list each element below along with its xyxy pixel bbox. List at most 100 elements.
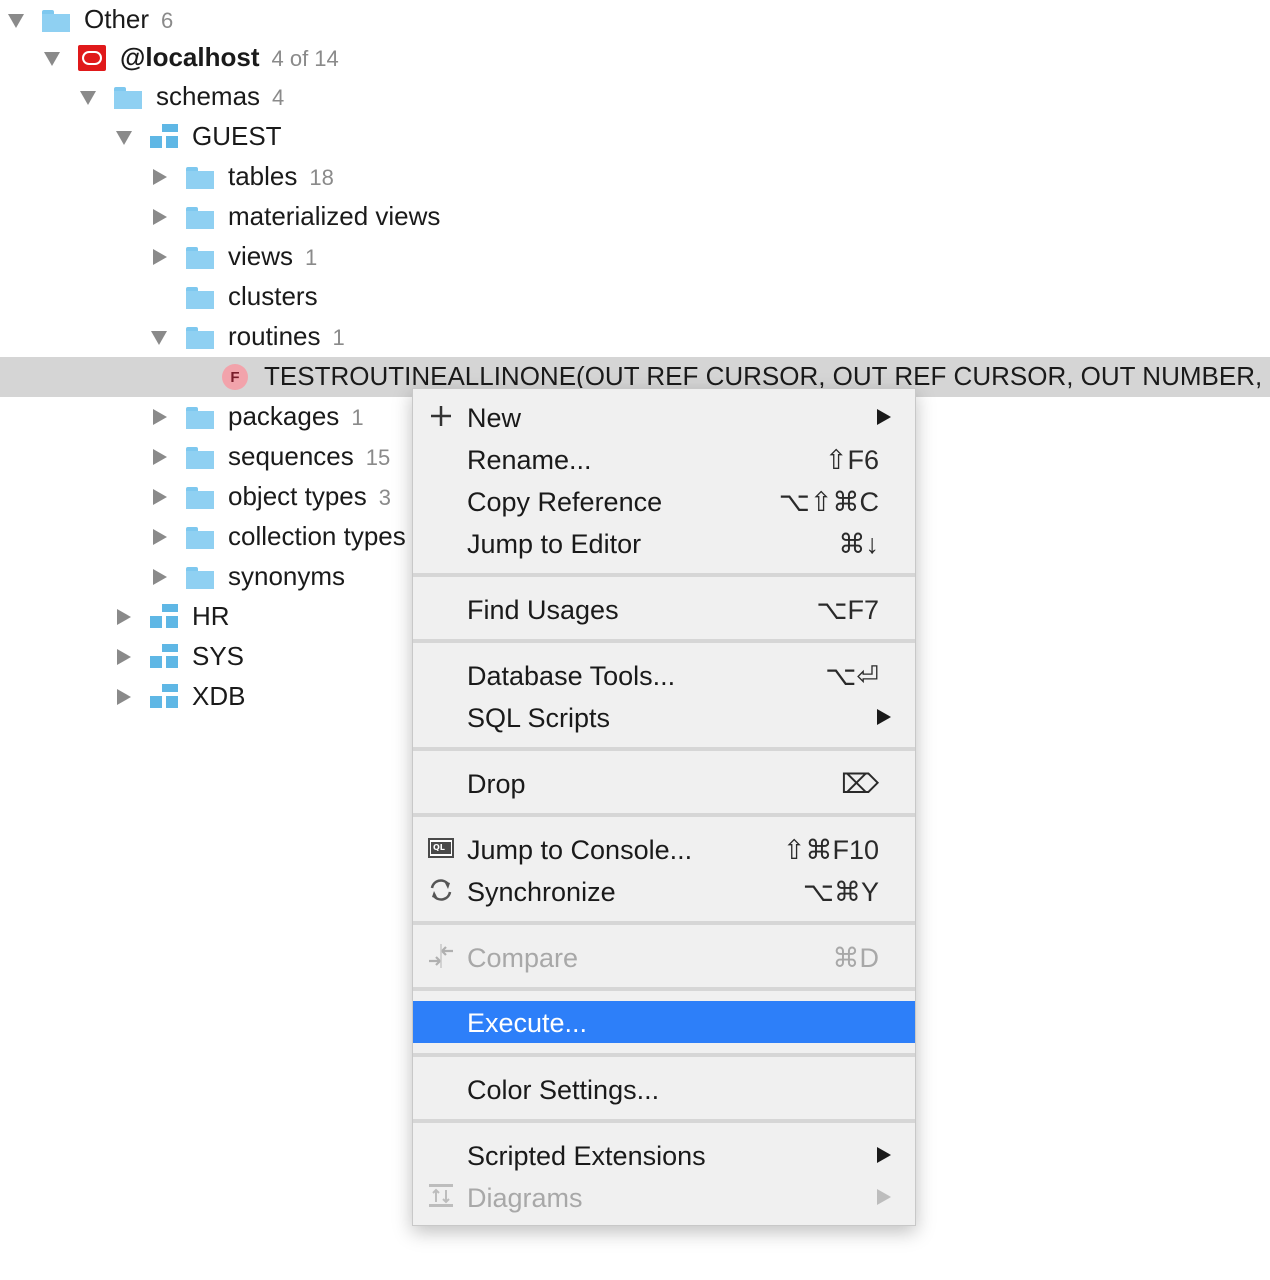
expand-arrow-icon[interactable] [80, 91, 96, 105]
folder-icon [186, 527, 214, 549]
menu-item-rename[interactable]: Rename... ⇧F6 [413, 438, 915, 480]
menu-item-label: Execute... [467, 1008, 588, 1038]
submenu-arrow-icon [877, 709, 891, 725]
tree-node-label: materialized views [228, 201, 441, 231]
tree-node-label: synonyms [228, 561, 346, 591]
menu-item-sql-scripts[interactable]: SQL Scripts [413, 696, 915, 738]
menu-item-label: Drop [467, 769, 526, 799]
console-icon-label: QL [433, 843, 445, 852]
tree-node-label: clusters [228, 281, 318, 311]
folder-icon [186, 287, 214, 309]
tree-node-clusters[interactable]: clusters [0, 277, 1270, 317]
tree-node-tables[interactable]: tables 18 [0, 157, 1270, 197]
tree-node-label: object types [228, 481, 367, 511]
tree-node-count: 1 [351, 405, 364, 430]
tree-node-label: SYS [192, 641, 245, 671]
expand-arrow-icon[interactable] [151, 331, 167, 345]
expand-arrow-icon[interactable] [44, 52, 60, 66]
menu-item-label: Database Tools... [467, 661, 676, 691]
menu-item-synchronize[interactable]: Synchronize ⌥⌘Y [413, 870, 915, 912]
tree-node-materialized-views[interactable]: materialized views [0, 197, 1270, 237]
collapse-arrow-icon[interactable] [117, 609, 131, 625]
collapse-arrow-icon[interactable] [117, 649, 131, 665]
tree-node-label: sequences [228, 441, 354, 471]
menu-item-scripted-extensions[interactable]: Scripted Extensions [413, 1134, 915, 1176]
tree-node-label: routines [228, 321, 321, 351]
function-icon: F [222, 364, 248, 390]
expand-arrow-icon[interactable] [116, 131, 132, 145]
menu-item-label: Jump to Editor [467, 529, 642, 559]
menu-item-execute[interactable]: Execute... [413, 1001, 915, 1043]
collapse-arrow-icon[interactable] [153, 569, 167, 585]
menu-item-shortcut: ⌥⌘Y [802, 877, 879, 907]
schema-icon [150, 644, 180, 670]
folder-icon [186, 567, 214, 589]
menu-separator [413, 987, 915, 991]
menu-separator [413, 573, 915, 577]
collapse-arrow-icon[interactable] [153, 249, 167, 265]
submenu-arrow-icon [877, 409, 891, 425]
menu-item-color-settings[interactable]: Color Settings... [413, 1068, 915, 1110]
tree-node-label: Other [84, 4, 150, 34]
tree-node-count: 15 [365, 445, 391, 470]
tree-node-label: @localhost [120, 42, 260, 72]
tree-node-label: packages [228, 401, 340, 431]
collapse-arrow-icon[interactable] [153, 409, 167, 425]
menu-item-shortcut: ⌘↓ [838, 529, 880, 559]
menu-item-diagrams[interactable]: Diagrams [413, 1176, 915, 1218]
tree-node-count: 4 of 14 [271, 46, 339, 71]
menu-item-label: SQL Scripts [467, 703, 611, 733]
tree-node-count: 1 [305, 245, 318, 270]
tree-node-localhost[interactable]: @localhost 4 of 14 [0, 38, 1270, 78]
menu-item-drop[interactable]: Drop ⌦ [413, 762, 915, 804]
menu-item-compare[interactable]: Compare ⌘D [413, 936, 915, 978]
menu-item-new[interactable]: New [413, 396, 915, 438]
tree-node-schemas[interactable]: schemas 4 [0, 77, 1270, 117]
menu-item-shortcut: ⌘D [832, 943, 880, 973]
folder-icon [186, 407, 214, 429]
plus-icon [427, 402, 455, 430]
tree-node-views[interactable]: views 1 [0, 237, 1270, 277]
oracle-database-icon [78, 45, 106, 71]
collapse-arrow-icon[interactable] [117, 689, 131, 705]
menu-item-label: Jump to Console... [467, 835, 693, 865]
menu-item-label: Copy Reference [467, 487, 663, 517]
menu-item-label: Find Usages [467, 595, 619, 625]
tree-node-label: HR [192, 601, 230, 631]
menu-item-database-tools[interactable]: Database Tools... ⌥⏎ [413, 654, 915, 696]
tree-node-count: 3 [378, 485, 391, 510]
tree-node-label: schemas [156, 81, 261, 111]
menu-item-label: Diagrams [467, 1183, 583, 1213]
tree-node-other[interactable]: Other 6 [0, 0, 1270, 40]
tree-node-count: 1 [332, 325, 345, 350]
menu-separator [413, 1053, 915, 1057]
menu-item-jump-to-editor[interactable]: Jump to Editor ⌘↓ [413, 522, 915, 564]
menu-item-shortcut: ⌥⏎ [825, 661, 879, 691]
expand-arrow-icon[interactable] [8, 14, 24, 28]
submenu-arrow-icon [877, 1147, 891, 1163]
tree-node-guest[interactable]: GUEST [0, 117, 1270, 157]
collapse-arrow-icon[interactable] [153, 489, 167, 505]
folder-icon [186, 247, 214, 269]
menu-item-label: Compare [467, 943, 579, 973]
collapse-arrow-icon[interactable] [153, 449, 167, 465]
menu-item-label: Rename... [467, 445, 592, 475]
folder-icon [42, 10, 70, 32]
tree-node-count: 4 [272, 85, 285, 110]
tree-node-label: GUEST [192, 121, 282, 151]
tree-node-routines[interactable]: routines 1 [0, 317, 1270, 357]
schema-icon [150, 124, 180, 150]
menu-item-jump-to-console[interactable]: QL Jump to Console... ⇧⌘F10 [413, 828, 915, 870]
collapse-arrow-icon[interactable] [153, 169, 167, 185]
menu-separator [413, 747, 915, 751]
menu-item-copy-reference[interactable]: Copy Reference ⌥⇧⌘C [413, 480, 915, 522]
tree-node-label: views [228, 241, 294, 271]
console-icon: QL [427, 834, 455, 862]
menu-item-label: Scripted Extensions [467, 1141, 706, 1171]
menu-item-find-usages[interactable]: Find Usages ⌥F7 [413, 588, 915, 630]
tree-node-label: collection types [228, 521, 406, 551]
collapse-arrow-icon[interactable] [153, 529, 167, 545]
collapse-arrow-icon[interactable] [153, 209, 167, 225]
folder-icon [186, 167, 214, 189]
diagram-icon [427, 1182, 455, 1210]
